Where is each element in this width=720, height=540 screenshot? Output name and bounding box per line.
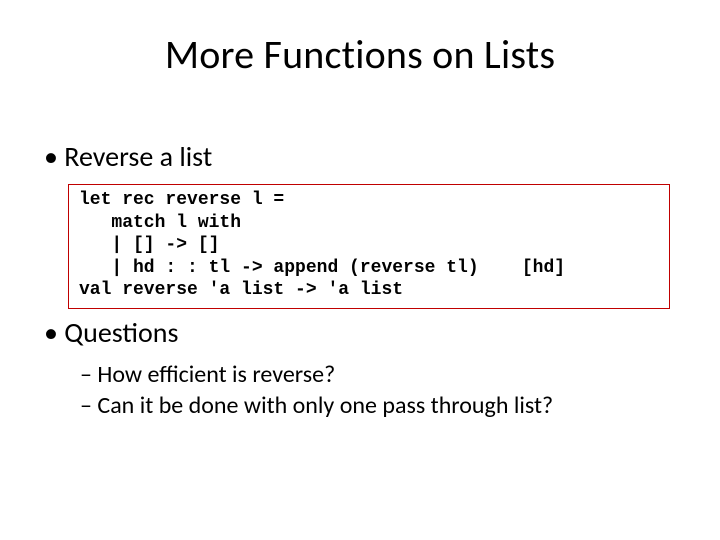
bullet-questions: Questions <box>40 315 680 350</box>
bullet-reverse: Reverse a list <box>40 139 680 174</box>
code-block: let rec reverse l = match l with | [] ->… <box>68 184 670 309</box>
code-line-1: let rec reverse l = <box>79 190 284 210</box>
bullet-q1: How efficient is reverse? <box>80 360 680 389</box>
slide-title: More Functions on Lists <box>40 30 680 79</box>
code-line-3: | [] -> [] <box>79 235 219 255</box>
code-line-4: | hd : : tl -> append (reverse tl) [hd] <box>79 258 565 278</box>
code-line-2: match l with <box>79 213 241 233</box>
code-line-5: val reverse 'a list -> 'a list <box>79 280 403 300</box>
slide: More Functions on Lists Reverse a list l… <box>0 0 720 540</box>
bullet-q2: Can it be done with only one pass throug… <box>80 391 680 420</box>
